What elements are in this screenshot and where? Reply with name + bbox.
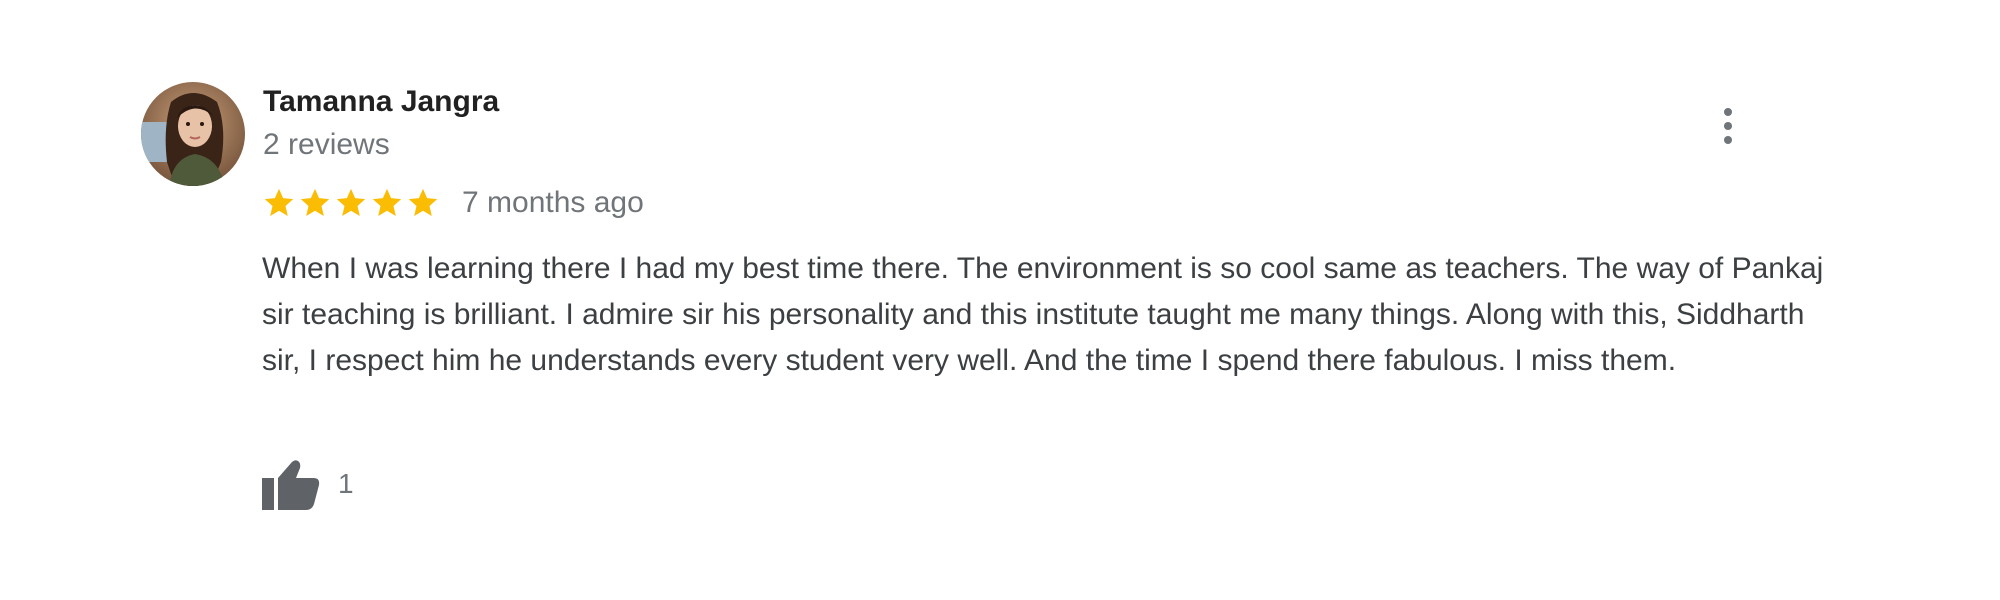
star-icon bbox=[300, 188, 330, 217]
like-button[interactable]: 1 bbox=[262, 456, 354, 512]
star-icon bbox=[336, 188, 366, 217]
more-vert-icon bbox=[1724, 108, 1732, 144]
review-text: When I was learning there I had my best … bbox=[262, 252, 1824, 377]
more-options-button[interactable] bbox=[1712, 102, 1744, 150]
avatar-photo bbox=[141, 82, 245, 186]
review-date: 7 months ago bbox=[462, 186, 644, 219]
rating-row: 7 months ago bbox=[262, 183, 644, 223]
star-rating bbox=[262, 186, 440, 220]
star-icon bbox=[264, 188, 294, 217]
like-count: 1 bbox=[338, 468, 354, 499]
review-card: Tamanna Jangra 2 reviews 7 months ago Wh… bbox=[0, 0, 2000, 600]
review-count: 2 reviews bbox=[263, 128, 390, 161]
star-icon bbox=[372, 188, 402, 217]
thumb-up-icon bbox=[262, 460, 320, 510]
star-icon bbox=[408, 188, 438, 217]
reviewer-name[interactable]: Tamanna Jangra bbox=[263, 83, 499, 121]
reviewer-avatar[interactable] bbox=[141, 82, 245, 186]
